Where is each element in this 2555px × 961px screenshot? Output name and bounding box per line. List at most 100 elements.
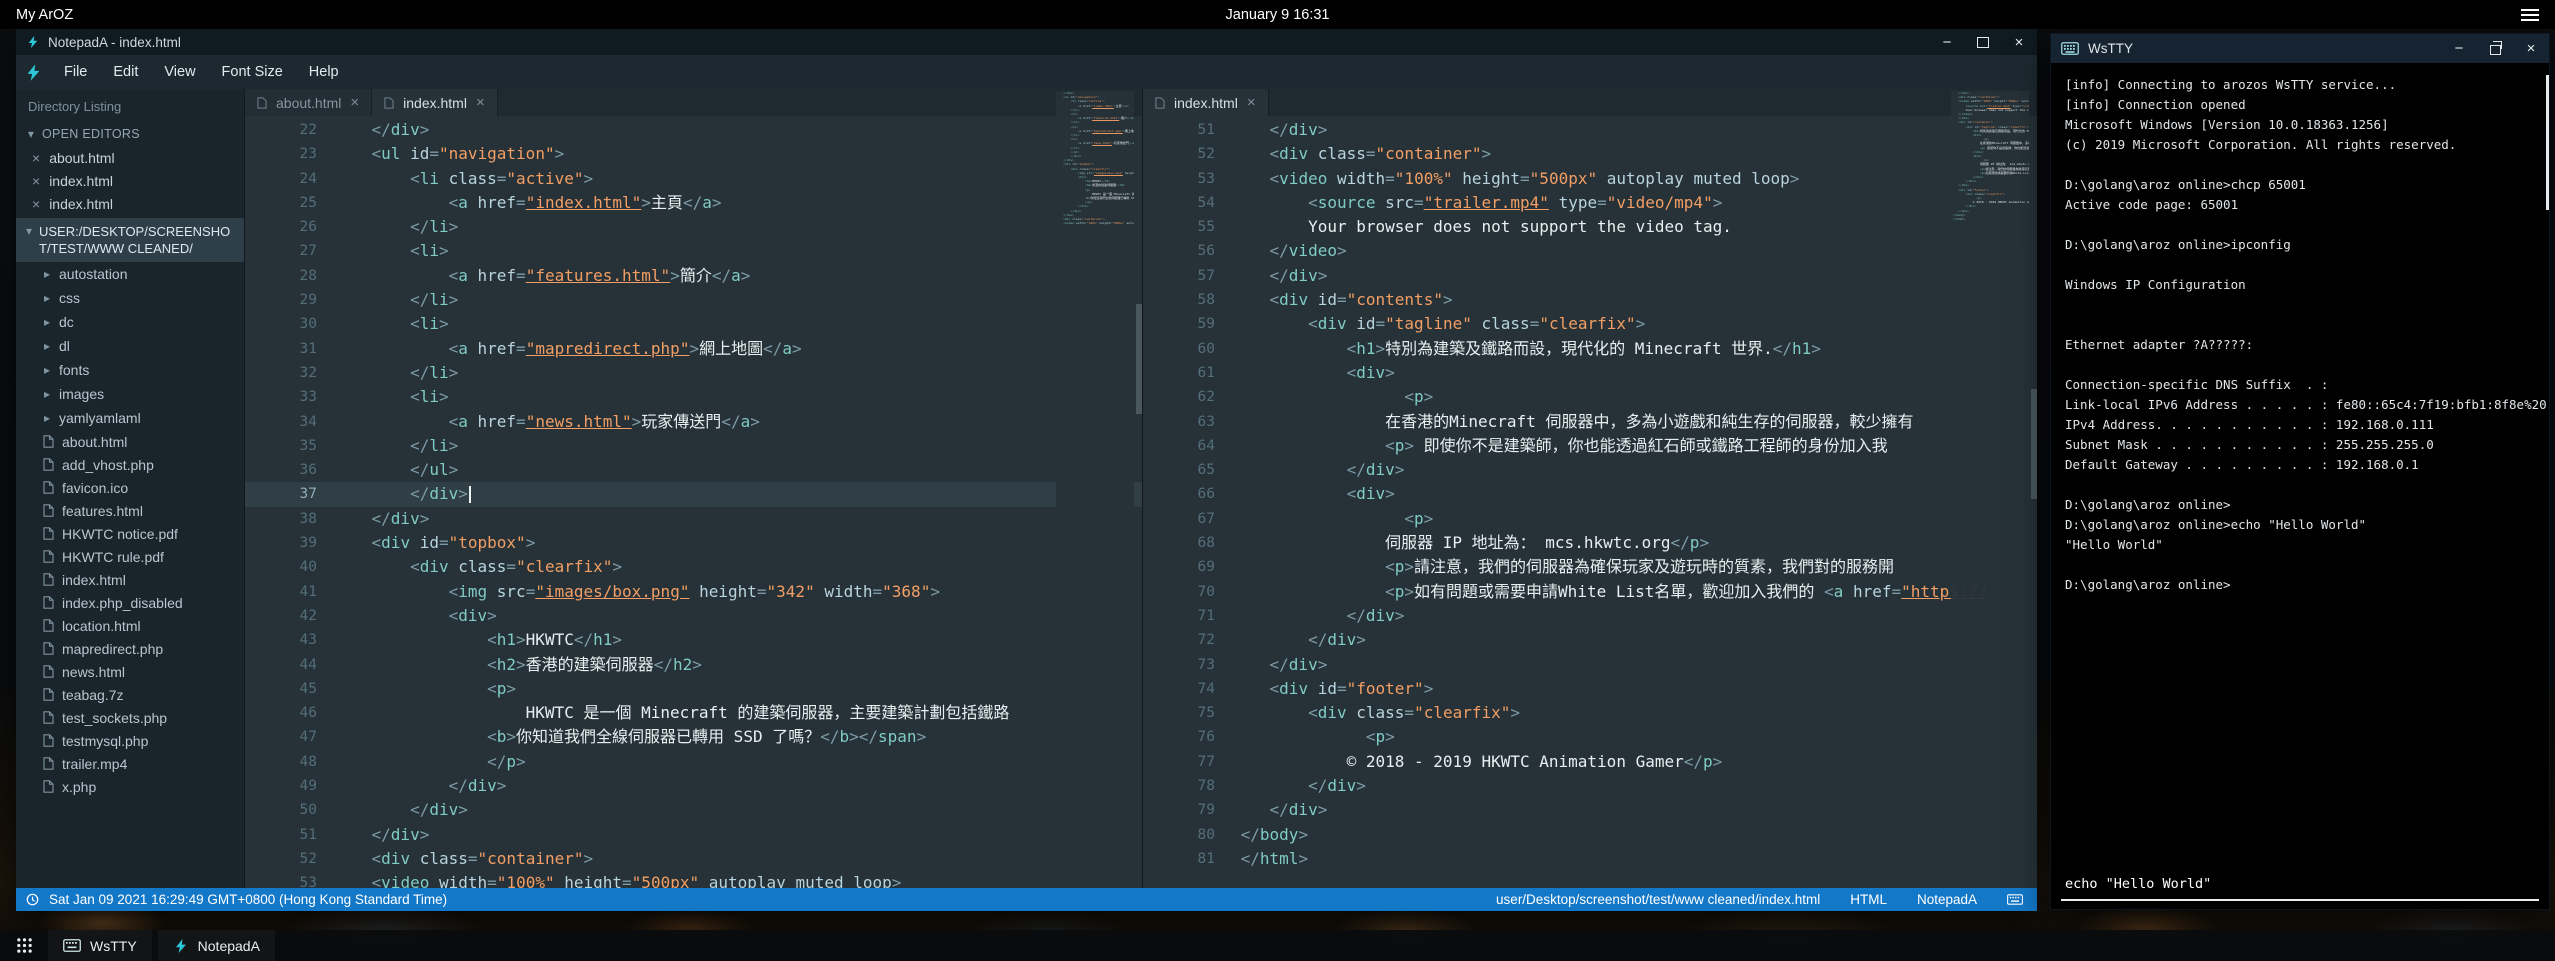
tab-close-icon[interactable]: × <box>476 94 485 111</box>
file-item[interactable]: HKWTC notice.pdf <box>16 522 244 545</box>
chevron-right-icon: ▸ <box>42 291 52 305</box>
file-item[interactable]: mapredirect.php <box>16 637 244 660</box>
file-item[interactable]: trailer.mp4 <box>16 752 244 775</box>
file-icon <box>43 504 54 517</box>
code-line: <h1>特別為建築及鐵路而設，現代化的 Minecraft 世界.</h1> <box>1231 337 2037 361</box>
menu-help[interactable]: Help <box>296 58 352 86</box>
window-title: NotepadA - index.html <box>48 35 181 50</box>
file-item[interactable]: add_vhost.php <box>16 453 244 476</box>
maximize-button[interactable] <box>1965 29 2001 55</box>
line-number: 55 <box>1143 215 1231 239</box>
menu-edit[interactable]: Edit <box>100 58 151 86</box>
notepada-logo-icon <box>24 63 43 82</box>
file-icon <box>43 642 54 655</box>
taskbar-item-wstty[interactable]: WsTTY <box>48 930 152 961</box>
aroz-menu[interactable]: My ArOZ <box>16 7 73 23</box>
close-editor-icon[interactable]: × <box>32 196 40 212</box>
taskbar-items: WsTTYNotepadA <box>48 930 275 961</box>
terminal-line: D:\golang\aroz online>echo "Hello World" <box>2065 515 2545 535</box>
editor-pane-left: about.html×index.html× 22 </div>23 <ul i… <box>245 89 1143 888</box>
file-item[interactable]: index.html <box>16 568 244 591</box>
tab-index.html[interactable]: index.html× <box>1143 89 1269 116</box>
menu-view[interactable]: View <box>151 58 208 86</box>
line-number: 60 <box>1143 337 1231 361</box>
code-line: <div id="contents"> <box>1231 288 2037 312</box>
line-number: 30 <box>245 312 333 336</box>
code-line: </p> <box>333 750 1142 774</box>
terminal-scrollbar[interactable] <box>2546 75 2549 210</box>
menu-font-size[interactable]: Font Size <box>209 58 296 86</box>
file-icon <box>43 734 54 747</box>
close-button[interactable]: × <box>2001 29 2037 55</box>
folder-item[interactable]: ▸images <box>16 382 244 406</box>
menu-file[interactable]: File <box>51 58 100 86</box>
scrollbar-right[interactable] <box>2031 389 2037 499</box>
file-item[interactable]: favicon.ico <box>16 476 244 499</box>
folder-item[interactable]: ▸dc <box>16 310 244 334</box>
file-item[interactable]: index.php_disabled <box>16 591 244 614</box>
code-line: <p> <box>333 677 1142 701</box>
tab-close-icon[interactable]: × <box>1247 94 1256 111</box>
terminal-input[interactable] <box>2061 874 2539 901</box>
status-language-mode[interactable]: HTML <box>1850 892 1887 907</box>
open-editor-item[interactable]: ×about.html <box>16 146 244 169</box>
file-item[interactable]: testmysql.php <box>16 729 244 752</box>
tab-about.html[interactable]: about.html× <box>245 89 372 116</box>
code-line: <p> 即使你不是建築師，你也能透過紅石師或鐵路工程師的身份加入我 <box>1231 434 2037 458</box>
code-line: </div> <box>1231 774 2037 798</box>
line-number: 35 <box>245 434 333 458</box>
file-item[interactable]: news.html <box>16 660 244 683</box>
file-item[interactable]: test_sockets.php <box>16 706 244 729</box>
folder-item[interactable]: ▸autostation <box>16 262 244 286</box>
open-editor-item[interactable]: ×index.html <box>16 169 244 192</box>
taskbar-item-notepada[interactable]: NotepadA <box>158 930 275 961</box>
taskbar: WsTTYNotepadA <box>0 930 2555 961</box>
file-item[interactable]: location.html <box>16 614 244 637</box>
tab-index.html[interactable]: index.html× <box>372 89 498 116</box>
close-button[interactable]: × <box>2513 34 2549 63</box>
wstty-titlebar[interactable]: WsTTY − × <box>2051 34 2549 63</box>
terminal-line: [info] Connecting to arozos WsTTY servic… <box>2065 75 2545 95</box>
tab-close-icon[interactable]: × <box>350 94 359 111</box>
line-number: 69 <box>1143 555 1231 579</box>
file-item[interactable]: about.html <box>16 430 244 453</box>
code-line: 伺服器 IP 地址為： mcs.hkwtc.org</p> <box>1231 531 2037 555</box>
code-line: </div> <box>1231 118 2037 142</box>
notepada-titlebar[interactable]: NotepadA - index.html − × <box>16 29 2037 55</box>
folder-item[interactable]: ▸dl <box>16 334 244 358</box>
close-editor-icon[interactable]: × <box>32 150 40 166</box>
line-number: 49 <box>245 774 333 798</box>
terminal-line: Microsoft Windows [Version 10.0.18363.12… <box>2065 115 2545 135</box>
keyboard-icon[interactable] <box>2007 894 2023 905</box>
root-folder-item[interactable]: ▾ USER:/DESKTOP/SCREENSHOT/TEST/WWW CLEA… <box>16 218 244 262</box>
line-number: 26 <box>245 215 333 239</box>
folder-item[interactable]: ▸fonts <box>16 358 244 382</box>
minimize-button[interactable]: − <box>2441 34 2477 63</box>
restore-button[interactable] <box>2477 34 2513 63</box>
text-cursor <box>469 486 471 503</box>
file-item[interactable]: HKWTC rule.pdf <box>16 545 244 568</box>
app-launcher-icon[interactable] <box>6 930 42 961</box>
close-editor-icon[interactable]: × <box>32 173 40 189</box>
folder-item[interactable]: ▸yamlyamlaml <box>16 406 244 430</box>
code-line: </ul> <box>333 458 1142 482</box>
code-line: HKWTC 是一個 Minecraft 的建築伺服器，主要建築計劃包括鐵路 <box>333 701 1142 725</box>
folder-item[interactable]: ▸css <box>16 286 244 310</box>
open-editors-header[interactable]: ▾ OPEN EDITORS <box>16 123 244 146</box>
file-item[interactable]: teabag.7z <box>16 683 244 706</box>
code-editor-right[interactable]: 51 </div>52 <div class="container">53 <v… <box>1143 116 2037 888</box>
file-item[interactable]: features.html <box>16 499 244 522</box>
code-line: Your browser does not support the video … <box>1231 215 2037 239</box>
code-line: <div> <box>333 604 1142 628</box>
hamburger-menu-icon[interactable] <box>2521 9 2539 21</box>
code-line: <li> <box>333 312 1142 336</box>
code-line: </div> <box>1231 604 2037 628</box>
terminal-output[interactable]: [info] Connecting to arozos WsTTY servic… <box>2051 63 2549 909</box>
scrollbar-left[interactable] <box>1136 304 1142 414</box>
code-editor-left[interactable]: 22 </div>23 <ul id="navigation">24 <li c… <box>245 116 1142 888</box>
file-item[interactable]: x.php <box>16 775 244 798</box>
minimize-button[interactable]: − <box>1929 29 1965 55</box>
line-number: 53 <box>1143 167 1231 191</box>
code-line: <li> <box>333 385 1142 409</box>
open-editor-item[interactable]: ×index.html <box>16 192 244 215</box>
